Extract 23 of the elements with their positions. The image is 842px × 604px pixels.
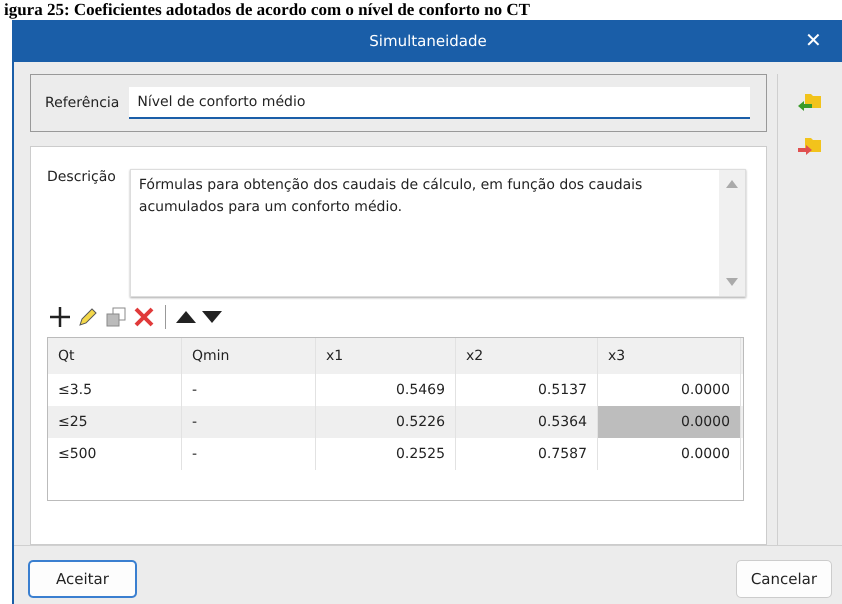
table-cell: 0.2525 <box>316 438 456 470</box>
table-cell: - <box>182 438 316 470</box>
window-title: Simultaneidade <box>369 32 487 50</box>
table-cell: ≤500 <box>48 438 182 470</box>
pencil-icon[interactable] <box>77 306 99 328</box>
move-down-icon[interactable] <box>202 311 222 323</box>
table-cell: 0.7587 <box>456 438 598 470</box>
copy-icon[interactable] <box>105 306 127 328</box>
import-folder-icon[interactable] <box>797 92 823 114</box>
table-cell: 0.0000 <box>598 438 741 470</box>
close-button[interactable]: ✕ <box>799 28 828 53</box>
add-icon[interactable] <box>49 306 71 328</box>
figure-caption: igura 25: Coeficientes adotados de acordo com o nível de conforto no CT <box>3 0 532 20</box>
cancel-button[interactable]: Cancelar <box>736 560 832 598</box>
reference-field[interactable]: Nível de conforto médio <box>129 87 750 119</box>
delete-icon[interactable] <box>133 306 155 328</box>
export-folder-icon[interactable] <box>797 136 823 158</box>
move-up-icon[interactable] <box>176 311 196 323</box>
description-label: Descrição <box>47 169 116 187</box>
accept-button[interactable]: Aceitar <box>28 560 137 598</box>
reference-label: Referência <box>45 95 120 111</box>
table-row[interactable]: ≤25 - 0.5226 0.5364 0.0000 <box>48 406 743 438</box>
table-cell: 0.0000 <box>598 406 741 438</box>
